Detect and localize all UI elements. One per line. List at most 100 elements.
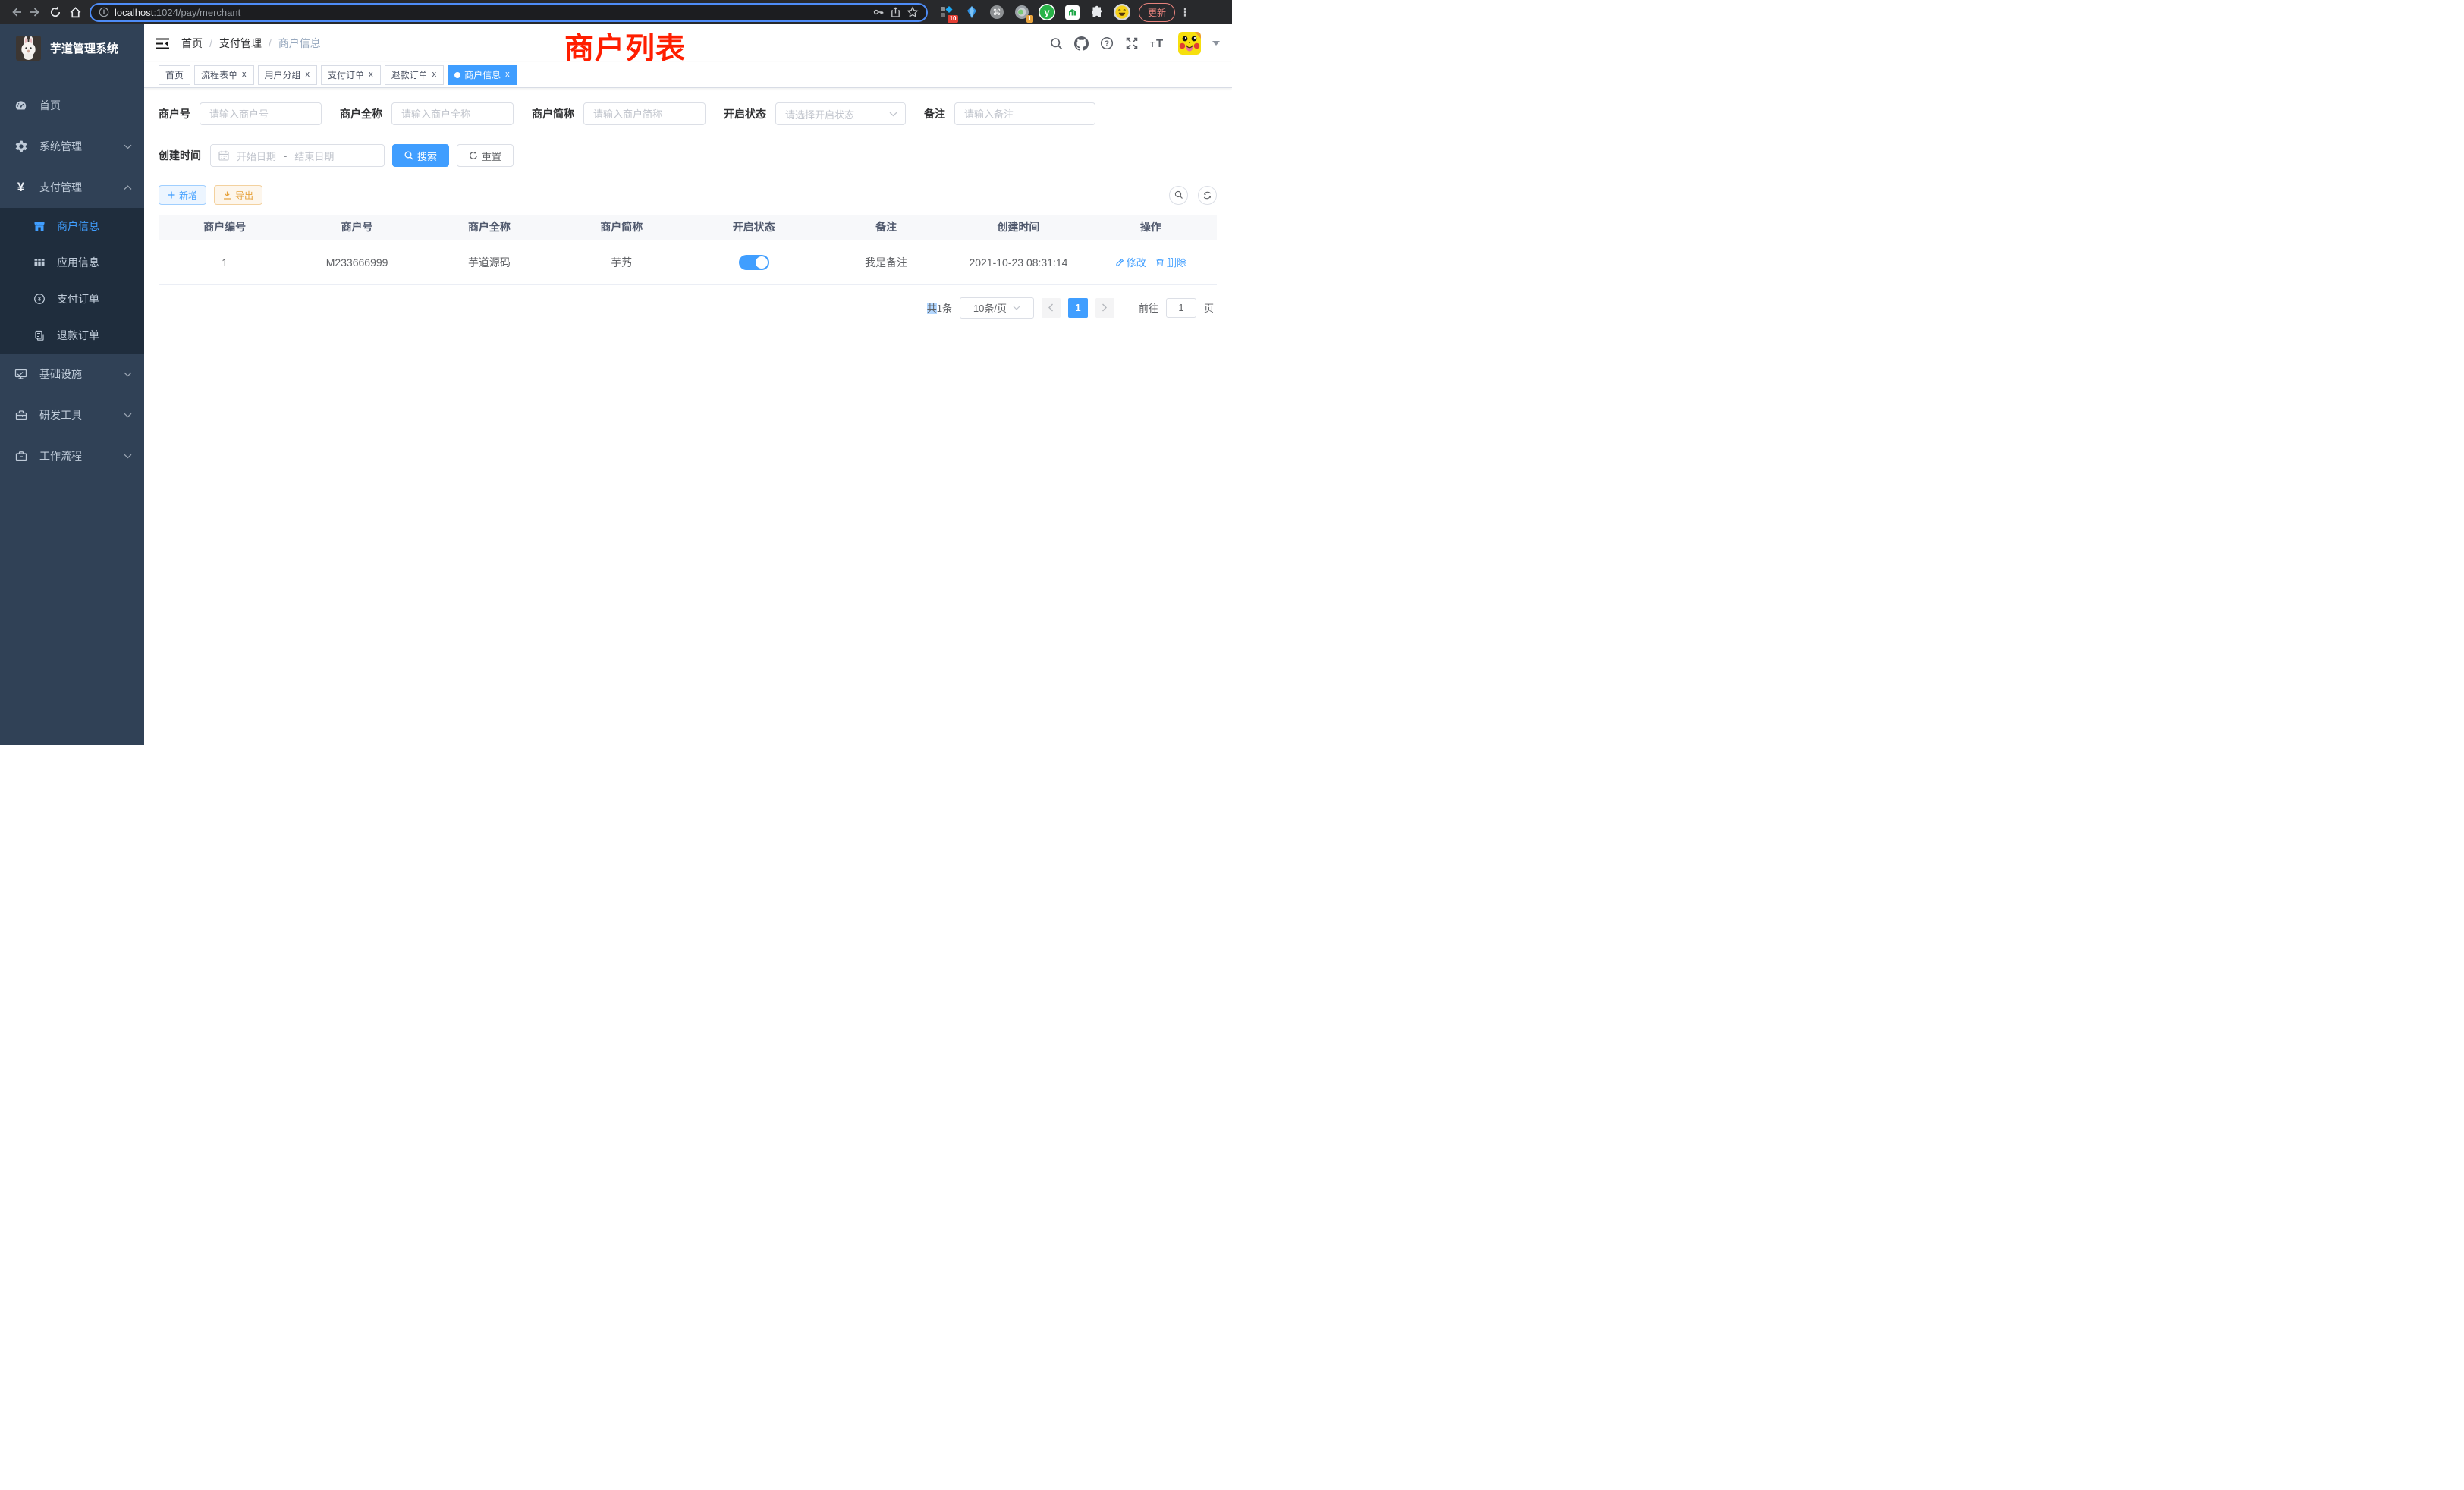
url-text[interactable]: localhost:1024/pay/merchant [115, 7, 240, 18]
edit-icon [1115, 258, 1124, 267]
svg-text:y: y [1044, 7, 1050, 18]
github-icon[interactable] [1074, 36, 1089, 51]
grammar-extension-icon[interactable] [1063, 3, 1081, 21]
profile-avatar-icon[interactable] [1113, 3, 1131, 21]
command-extension-icon[interactable]: ⌘ [988, 3, 1006, 21]
close-icon[interactable]: x [305, 71, 311, 79]
merchant-table: 商户编号 商户号 商户全称 商户简称 开启状态 备注 创建时间 操作 1 [159, 215, 1217, 285]
sidebar-item-workflow[interactable]: 工作流程 [0, 435, 144, 476]
sidebar-item-pay-order[interactable]: ¥ 支付订单 [0, 281, 144, 317]
col-remark: 备注 [820, 215, 952, 240]
browser-update-button[interactable]: 更新 [1139, 3, 1175, 22]
search-button[interactable]: 搜索 [392, 144, 449, 167]
create-time-range-input[interactable]: 开始日期 - 结束日期 [210, 144, 385, 167]
main-area: 首页 / 支付管理 / 商户信息 ? [144, 24, 1232, 745]
url-bar[interactable]: localhost:1024/pay/merchant [90, 3, 928, 22]
sidebar-item-infra[interactable]: 基础设施 [0, 354, 144, 395]
tab-home[interactable]: 首页 [159, 65, 190, 85]
tab-flow-form[interactable]: 流程表单x [194, 65, 254, 85]
close-icon[interactable]: x [432, 71, 438, 79]
short-name-input[interactable] [583, 102, 706, 125]
refresh-table-button[interactable] [1198, 186, 1217, 205]
goto-page-input[interactable] [1166, 298, 1196, 318]
password-key-icon[interactable] [872, 6, 885, 18]
cell-merchant-id: 1 [159, 240, 291, 284]
search-icon [1174, 190, 1183, 200]
svg-text:⌘: ⌘ [993, 8, 1001, 17]
tab-user-group[interactable]: 用户分组x [258, 65, 318, 85]
next-page-button[interactable] [1095, 298, 1114, 318]
reset-button[interactable]: 重置 [457, 144, 514, 167]
page-suffix: 页 [1204, 300, 1214, 315]
total-text: 共1条 [927, 300, 952, 315]
bookmark-star-icon[interactable] [907, 6, 919, 18]
close-icon[interactable]: x [241, 71, 247, 79]
sidebar-item-dev-tools[interactable]: 研发工具 [0, 395, 144, 435]
tab-pay-order[interactable]: 支付订单x [321, 65, 381, 85]
page-number-1[interactable]: 1 [1068, 298, 1088, 318]
full-name-input[interactable] [391, 102, 514, 125]
y-extension-icon[interactable]: y [1038, 3, 1056, 21]
forward-icon[interactable] [26, 2, 46, 22]
sidebar-item-app-info[interactable]: 应用信息 [0, 244, 144, 281]
extension-badge: 10 [948, 15, 958, 23]
app-logo[interactable]: 芋道管理系统 [0, 24, 144, 64]
add-button[interactable]: 新增 [159, 185, 206, 205]
session-extension-icon[interactable]: 1 [1013, 3, 1031, 21]
edit-link[interactable]: 修改 [1115, 255, 1146, 269]
status-select[interactable]: 请选择开启状态 [775, 102, 906, 125]
help-icon[interactable]: ? [1100, 36, 1114, 50]
sidebar-item-merchant-info[interactable]: 商户信息 [0, 208, 144, 244]
yen-icon: ¥ [14, 180, 27, 195]
header-search-icon[interactable] [1050, 37, 1063, 50]
toggle-search-button[interactable] [1169, 186, 1188, 205]
extensions-puzzle-icon[interactable] [1088, 3, 1106, 21]
breadcrumb-item[interactable]: 支付管理 [219, 36, 262, 51]
breadcrumb-item-current: 商户信息 [278, 36, 321, 51]
sidebar-item-label: 系统管理 [39, 139, 82, 154]
back-icon[interactable] [6, 2, 26, 22]
close-icon[interactable]: x [504, 71, 511, 79]
sidebar-item-label: 应用信息 [57, 255, 99, 270]
gem-extension-icon[interactable] [963, 3, 981, 21]
tab-refund-order[interactable]: 退款订单x [385, 65, 445, 85]
status-toggle[interactable] [739, 255, 769, 270]
delete-link[interactable]: 删除 [1155, 255, 1186, 269]
chevron-up-icon [124, 185, 132, 190]
user-avatar[interactable] [1178, 32, 1201, 55]
tags-view: 首页 流程表单x 用户分组x 支付订单x 退款订单x 商户信息x [144, 62, 1232, 88]
tab-merchant-info[interactable]: 商户信息x [448, 65, 517, 85]
tab-manager-extension-icon[interactable]: 10 [938, 3, 956, 21]
chevron-down-icon [1013, 306, 1020, 310]
logo-rabbit-image [16, 36, 41, 61]
create-time-label: 创建时间 [159, 148, 201, 163]
browser-menu-icon[interactable]: ⋮ [1180, 6, 1190, 19]
font-size-icon[interactable]: TT [1150, 37, 1167, 49]
sidebar-item-pay[interactable]: ¥ 支付管理 [0, 167, 144, 208]
reload-icon[interactable] [46, 2, 65, 22]
sidebar-collapse-icon[interactable] [156, 38, 169, 49]
active-dot [454, 72, 460, 78]
close-icon[interactable]: x [368, 71, 374, 79]
cell-short-name: 芋艿 [555, 240, 687, 284]
site-info-icon[interactable] [99, 7, 109, 17]
chevron-down-icon [124, 144, 132, 149]
sidebar-item-system[interactable]: 系统管理 [0, 126, 144, 167]
caret-down-icon[interactable] [1212, 41, 1220, 46]
share-icon[interactable] [890, 6, 901, 18]
page-size-select[interactable]: 10条/页 [960, 297, 1034, 319]
svg-text:T: T [1156, 37, 1163, 49]
navbar: 首页 / 支付管理 / 商户信息 ? [144, 24, 1232, 62]
breadcrumb-item[interactable]: 首页 [181, 36, 203, 51]
extension-badge: 1 [1026, 15, 1033, 23]
remark-input[interactable] [954, 102, 1095, 125]
chevron-down-icon [124, 413, 132, 418]
prev-page-button[interactable] [1042, 298, 1061, 318]
merchant-no-input[interactable] [200, 102, 322, 125]
sidebar-item-refund-order[interactable]: 退款订单 [0, 317, 144, 354]
sidebar-item-home[interactable]: 首页 [0, 85, 144, 126]
export-button[interactable]: 导出 [214, 185, 262, 205]
fullscreen-icon[interactable] [1125, 36, 1139, 50]
home-icon[interactable] [65, 2, 85, 22]
app-title: 芋道管理系统 [50, 40, 118, 56]
